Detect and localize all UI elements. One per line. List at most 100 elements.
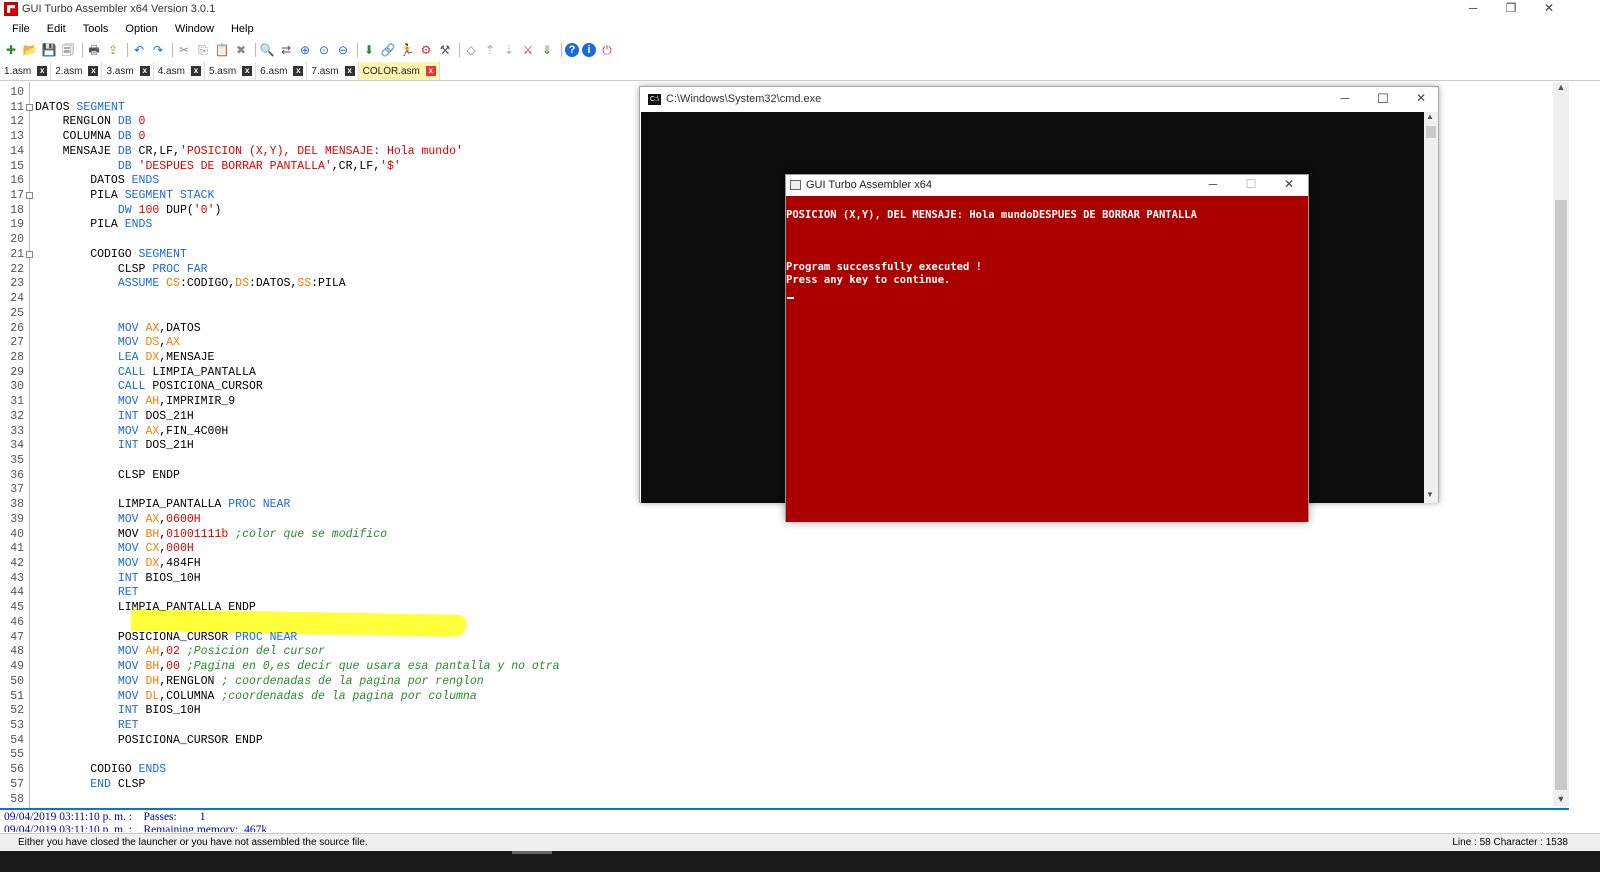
tasm-title-bar[interactable]: GUI Turbo Assembler x64 ─ ☐ ✕ xyxy=(786,175,1308,195)
scroll-down-icon[interactable]: ▼ xyxy=(1553,794,1569,804)
code-line[interactable]: 40 MOV BH,01001111b ;color que se modifi… xyxy=(0,527,1583,542)
save-all-icon[interactable]: 🗐 xyxy=(60,42,76,58)
tab-5-asm[interactable]: 5.asm x xyxy=(205,62,257,80)
menu-help[interactable]: Help xyxy=(231,23,254,35)
open-folder-icon[interactable]: 📂 xyxy=(22,42,38,58)
tab-7-asm[interactable]: 7.asm x xyxy=(307,62,359,80)
code-line[interactable]: 42 MOV DX,484FH xyxy=(0,556,1583,571)
code-line[interactable]: 45 LIMPIA_PANTALLA ENDP xyxy=(0,600,1583,615)
code-token: DATOS xyxy=(35,100,77,114)
minimize-button[interactable]: ─ xyxy=(1454,0,1492,18)
code-line[interactable]: 44 RET xyxy=(0,585,1583,600)
cmd-scroll-thumb[interactable] xyxy=(1426,126,1436,138)
tab-close-icon[interactable]: x xyxy=(344,66,355,76)
tab-1-asm[interactable]: 1.asm x xyxy=(0,62,52,80)
export-icon[interactable]: ⇪ xyxy=(105,42,121,58)
fold-toggle-icon[interactable] xyxy=(26,103,33,111)
code-line[interactable]: 53 RET xyxy=(0,718,1583,733)
tab-close-icon[interactable]: x xyxy=(190,66,201,76)
code-line[interactable]: 48 MOV AH,02 ;Posicion del cursor xyxy=(0,644,1583,659)
code-token: LEA xyxy=(117,350,146,364)
code-line[interactable]: 49 MOV BH,00 ;Pagina en 0,es decir que u… xyxy=(0,659,1583,674)
line-number: 33 xyxy=(10,424,24,438)
code-line[interactable]: 55 xyxy=(0,747,1583,762)
tab-3-asm[interactable]: 3.asm x xyxy=(102,62,154,80)
cut-icon[interactable]: ✂ xyxy=(176,42,192,58)
tab-close-icon[interactable]: x xyxy=(139,66,150,76)
scroll-up-icon[interactable]: ▲ xyxy=(1553,82,1569,92)
fold-toggle-icon[interactable] xyxy=(26,250,33,258)
new-file-icon[interactable]: ✚ xyxy=(3,42,19,58)
copy-icon[interactable]: ⎘ xyxy=(195,42,211,58)
tab-2-asm[interactable]: 2.asm x xyxy=(51,62,103,80)
replace-icon[interactable]: ⇄ xyxy=(278,42,294,58)
tab-close-icon[interactable]: x xyxy=(425,66,436,76)
code-line[interactable]: 46 xyxy=(0,615,1583,630)
help-icon[interactable]: ? xyxy=(565,43,579,57)
power-icon[interactable]: ⏻ xyxy=(599,42,615,58)
code-line[interactable]: 51 MOV DL,COLUMNA ;coordenadas de la pag… xyxy=(0,689,1583,704)
cmd-close-button[interactable]: ✕ xyxy=(1402,90,1440,108)
zoom-out-icon[interactable]: ⊖ xyxy=(335,42,351,58)
tab-6-asm[interactable]: 6.asm x xyxy=(256,62,308,80)
zoom-reset-icon[interactable]: ⊙ xyxy=(316,42,332,58)
code-line[interactable]: 50 MOV DH,RENGLON ; coordenadas de la pa… xyxy=(0,674,1583,689)
delete-icon[interactable]: ✖ xyxy=(233,42,249,58)
menu-tools[interactable]: Tools xyxy=(83,23,109,35)
tasm-maximize-button[interactable]: ☐ xyxy=(1232,176,1270,194)
cmd-scroll-down-icon[interactable]: ▼ xyxy=(1426,490,1434,499)
code-line[interactable]: 43 INT BIOS_10H xyxy=(0,571,1583,586)
save-icon[interactable]: 💾 xyxy=(41,42,57,58)
code-line[interactable]: 57 END CLSP xyxy=(0,777,1583,792)
run-icon[interactable]: 🏃 xyxy=(399,42,415,58)
code-line[interactable]: 58 xyxy=(0,792,1583,807)
tab-close-icon[interactable]: x xyxy=(37,66,48,76)
menu-window[interactable]: Window xyxy=(175,23,214,35)
code-line[interactable]: 52 INT BIOS_10H xyxy=(0,703,1583,718)
editor-scrollbar[interactable]: ▲ ▼ xyxy=(1553,82,1569,806)
tasm-output-window[interactable]: GUI Turbo Assembler x64 ─ ☐ ✕ POSICION (… xyxy=(785,174,1309,522)
tasm-close-button[interactable]: ✕ xyxy=(1270,176,1308,194)
menu-file[interactable]: File xyxy=(12,23,30,35)
cmd-minimize-button[interactable]: ─ xyxy=(1326,90,1364,108)
step-up-icon[interactable]: ⇡ xyxy=(482,42,498,58)
find-icon[interactable]: 🔍 xyxy=(259,42,275,58)
tab-4-asm[interactable]: 4.asm x xyxy=(154,62,205,80)
build-tools-icon[interactable]: ⚔ xyxy=(520,42,536,58)
menu-option[interactable]: Option xyxy=(125,23,157,35)
tab-close-icon[interactable]: x xyxy=(293,66,304,76)
code-line[interactable]: 47 POSICIONA_CURSOR PROC NEAR xyxy=(0,630,1583,645)
debug-icon[interactable]: ⚙ xyxy=(418,42,434,58)
cmd-scrollbar[interactable]: ▲ ▼ xyxy=(1424,112,1438,503)
print-icon[interactable]: 🖶 xyxy=(86,42,102,58)
assemble-icon[interactable]: ⬇ xyxy=(361,42,377,58)
info-icon[interactable]: i xyxy=(582,43,596,57)
redo-icon[interactable]: ↷ xyxy=(150,42,166,58)
paste-icon[interactable]: 📋 xyxy=(214,42,230,58)
cmd-title-bar[interactable]: C:\ C:\Windows\System32\cmd.exe ─ ☐ ✕ xyxy=(640,87,1438,111)
tasm-minimize-button[interactable]: ─ xyxy=(1194,176,1232,194)
code-token: DS xyxy=(145,336,160,350)
restore-button[interactable]: ❐ xyxy=(1492,0,1530,18)
close-button[interactable]: ✕ xyxy=(1530,0,1568,18)
zoom-in-icon[interactable]: ⊕ xyxy=(297,42,313,58)
code-line[interactable]: 54 POSICIONA_CURSOR ENDP xyxy=(0,733,1583,748)
download-icon[interactable]: ⇓ xyxy=(539,42,555,58)
fold-toggle-icon[interactable] xyxy=(26,192,33,200)
link-icon[interactable]: 🔗 xyxy=(380,42,396,58)
tasm-console[interactable]: POSICION (X,Y), DEL MENSAJE: Hola mundoD… xyxy=(786,196,1308,522)
editor-scroll-thumb[interactable] xyxy=(1555,200,1567,790)
tab-close-icon[interactable]: x xyxy=(88,66,99,76)
tab-color-asm[interactable]: COLOR.asm x xyxy=(358,62,440,80)
debug-options-icon[interactable]: ⚒ xyxy=(437,42,453,58)
cmd-scroll-up-icon[interactable]: ▲ xyxy=(1426,112,1434,121)
tab-close-icon[interactable]: x xyxy=(242,66,253,76)
cmd-maximize-button[interactable]: ☐ xyxy=(1364,90,1402,108)
menu-edit[interactable]: Edit xyxy=(47,23,66,35)
code-line[interactable]: 41 MOV CX,000H xyxy=(0,541,1583,556)
undo-icon[interactable]: ↶ xyxy=(131,42,147,58)
step-down-icon[interactable]: ⇣ xyxy=(501,42,517,58)
code-line[interactable]: 56 CODIGO ENDS xyxy=(0,762,1583,777)
navigate-back-icon[interactable]: ◇ xyxy=(463,42,479,58)
